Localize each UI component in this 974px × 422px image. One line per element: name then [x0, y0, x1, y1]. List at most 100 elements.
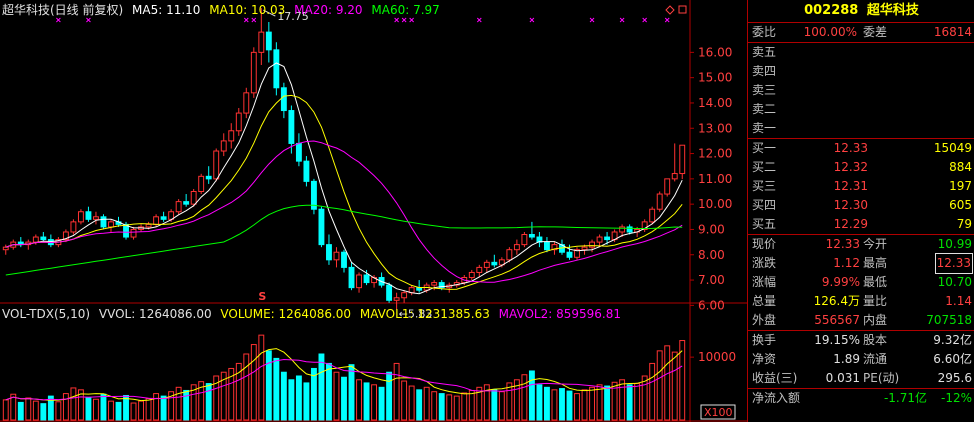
volume-bar: [393, 362, 400, 421]
candle-body: [303, 160, 310, 182]
volume-bar: [93, 398, 99, 421]
candle-body: [318, 208, 325, 246]
candle-body: [566, 251, 573, 258]
buy-row[interactable]: 买四 12.30 605: [748, 196, 974, 215]
signal-marker: [642, 17, 648, 23]
candle-body: [183, 201, 190, 205]
volume-bar: [656, 350, 663, 421]
buy-row[interactable]: 买二 12.32 884: [748, 158, 974, 177]
sell-row[interactable]: 卖一: [748, 119, 974, 138]
volume-bar: [17, 401, 24, 421]
outer-volume: 556567: [814, 313, 860, 327]
price-tick-label: 10.00: [698, 197, 732, 211]
candle-body: [250, 51, 257, 94]
signal-marker: [619, 17, 625, 23]
sell-row[interactable]: 卖五: [748, 43, 974, 62]
candle-body: [363, 274, 370, 284]
stat-label: 现价: [752, 237, 777, 251]
volume-bar: [664, 345, 671, 421]
signal-marker: [394, 17, 399, 23]
volume-bar: [363, 382, 370, 421]
candle-body: [333, 251, 340, 261]
stat-row: 涨跌 1.12 最高 12.33: [748, 253, 974, 274]
diamond-icon: [665, 5, 675, 15]
candle-body: [213, 150, 220, 180]
stat-label: 涨跌: [752, 256, 777, 270]
candle-body: [596, 236, 603, 243]
candle-body: [679, 144, 686, 175]
inner-volume: 707518: [926, 313, 972, 327]
volume-bar: [641, 375, 648, 421]
volume-bar: [250, 344, 257, 421]
signal-marker: [409, 17, 415, 23]
stat-label: 总量: [752, 294, 777, 308]
stat-row: 现价 12.33 今开 10.99: [748, 235, 974, 254]
candle-body: [506, 249, 513, 261]
buy-label: 买五: [752, 217, 777, 231]
float-shares: 6.60亿: [933, 352, 972, 366]
eps: 0.031: [825, 371, 860, 385]
buy-volume: 15049: [933, 141, 972, 155]
volume-bar: [408, 385, 415, 421]
volume-bar: [273, 357, 280, 421]
ma10-label: MA10: 10.03: [209, 3, 286, 17]
kline-chart[interactable]: 16.00 15.00 14.00 13.00 12.00 11.00 10.00 9.00 8…: [0, 0, 747, 422]
sell-row[interactable]: 卖二: [748, 100, 974, 119]
volume-bar: [423, 386, 430, 421]
volume-tick-label: 10000: [698, 350, 736, 364]
candle-body: [175, 201, 182, 213]
candle-body: [626, 226, 633, 233]
volume-bar: [378, 386, 385, 421]
volume-unit-label: X100: [704, 406, 733, 419]
sell-label: 卖一: [752, 121, 777, 135]
change-percent: 9.99%: [821, 275, 860, 289]
total-shares: 9.32亿: [933, 333, 972, 347]
sell-row[interactable]: 卖四: [748, 62, 974, 81]
kline-chart-area[interactable]: 16.00 15.00 14.00 13.00 12.00 11.00 10.00 9.00 8…: [0, 0, 747, 422]
buy-label: 买四: [752, 198, 777, 212]
mavol1-label: MAVOL1: 1231385.63: [359, 307, 490, 321]
candle-body: [85, 211, 92, 220]
sell-row[interactable]: 卖三: [748, 81, 974, 100]
volume-bar: [551, 389, 558, 421]
price-tick-label: 15.00: [698, 71, 732, 85]
volume-bar: [62, 393, 69, 421]
buy-price: 12.29: [833, 217, 868, 231]
volume-bar: [604, 385, 611, 421]
signal-marker: [401, 17, 407, 23]
fund-label: 净资: [752, 352, 777, 366]
candle-body: [589, 241, 595, 248]
sell-label: 卖二: [752, 102, 777, 116]
fundamentals: 换手 19.15% 股本 9.32亿 净资 1.89 流通 6.60亿 收益(三) 0.031…: [748, 331, 974, 389]
stat-label: 外盘: [752, 313, 777, 327]
buy-row[interactable]: 买一 12.33 15049: [748, 139, 974, 158]
candle-body: [656, 193, 663, 210]
volume-bar: [55, 401, 62, 421]
candle-body: [198, 175, 205, 193]
signal-marker: [56, 17, 61, 23]
buy-row[interactable]: 买三 12.31 197: [748, 177, 974, 196]
fund-row: 收益(三) 0.031 PE(动) 295.6: [748, 369, 974, 388]
signal-marker: [664, 17, 670, 23]
volume-bar: [371, 384, 378, 421]
volume-bar: [649, 362, 656, 421]
square-icon: [678, 5, 687, 14]
volume-bar: [401, 380, 408, 421]
candle-body: [393, 297, 400, 301]
candle-body: [265, 31, 272, 51]
volume-bar: [265, 350, 272, 421]
price-tick-label: 16.00: [698, 45, 732, 59]
net-assets: 1.89: [833, 352, 860, 366]
volume-label: VOLUME: 1264086.00: [220, 307, 352, 321]
candle-body: [649, 208, 656, 223]
buy-row[interactable]: 买五 12.29 79: [748, 215, 974, 234]
candle-body: [604, 236, 611, 241]
candle-body: [491, 261, 498, 266]
volume-bar: [25, 397, 32, 421]
open-price: 10.99: [937, 237, 972, 251]
signal-marker: [243, 17, 249, 23]
buy-volume: 197: [949, 179, 972, 193]
volume-bar: [333, 371, 340, 421]
wei-cha-label: 委差: [863, 25, 888, 39]
price-tick-label: 13.00: [698, 121, 732, 135]
